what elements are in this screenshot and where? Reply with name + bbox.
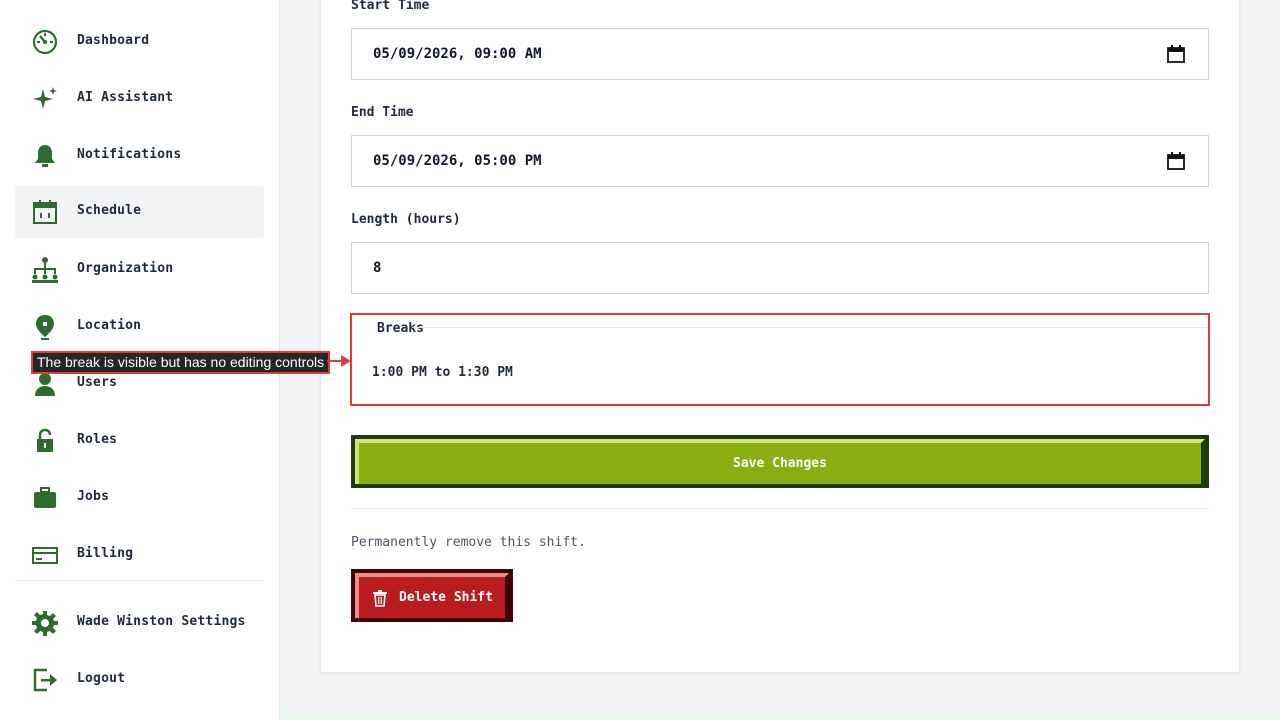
length-label: Length (hours) [351,212,461,227]
annotation-callout: The break is visible but has no editing … [31,351,331,374]
danger-zone-text: Permanently remove this shift. [351,535,586,550]
save-changes-label: Save Changes [733,456,827,471]
breaks-legend: Breaks [377,321,424,336]
length-value: 8 [373,260,382,276]
sidebar-item-roles[interactable]: Roles [15,415,264,467]
credit-card-icon [30,541,60,569]
sidebar-item-logout[interactable]: Logout [15,654,264,706]
end-time-input[interactable]: 05/09/2026, 05:00 PM [351,135,1209,187]
end-time-label: End Time [351,105,414,120]
delete-shift-label: Delete Shift [399,590,493,605]
sidebar-item-schedule[interactable]: Schedule [15,186,264,238]
lock-icon [30,427,60,455]
trash-icon [373,589,388,607]
save-changes-button-face: Save Changes [355,439,1205,484]
annotation-arrow-head [341,355,351,367]
user-icon [30,370,60,398]
sidebar-item-label: Jobs [77,489,110,504]
sidebar-item-label: Location [77,318,142,333]
sidebar-item-dashboard[interactable]: Dashboard [15,16,264,68]
start-time-input[interactable]: 05/09/2026, 09:00 AM [351,28,1209,80]
sidebar-item-label: Users [77,375,118,390]
org-chart-icon [30,256,60,284]
dashboard-gauge-icon [30,28,60,56]
sidebar-item-label: Billing [77,546,134,561]
sidebar-item-label: Wade Winston Settings [77,614,246,629]
sidebar-item-label: AI Assistant [77,90,174,105]
delete-shift-button[interactable]: Delete Shift [351,569,513,622]
calendar-picker-icon[interactable] [1167,152,1185,170]
sidebar-item-label: Schedule [77,203,142,218]
section-divider [351,508,1209,509]
sidebar-item-label: Organization [77,261,174,276]
sidebar-item-billing[interactable]: Billing [15,529,264,581]
sparkle-icon [30,85,60,113]
end-time-value: 05/09/2026, 05:00 PM [373,153,542,169]
length-input[interactable]: 8 [351,242,1209,294]
delete-shift-button-face: Delete Shift [355,573,509,618]
sidebar-item-label: Notifications [77,147,182,162]
bell-icon [30,142,60,170]
sidebar-item-settings[interactable]: Wade Winston Settings [15,597,264,649]
save-changes-button[interactable]: Save Changes [351,435,1209,488]
sidebar-item-label: Dashboard [77,33,150,48]
breaks-legend-rule [412,327,1208,328]
bottom-strip [280,712,1280,720]
breaks-fieldset: Breaks 1:00 PM to 1:30 PM [350,313,1210,406]
sidebar-item-ai-assistant[interactable]: AI Assistant [15,73,264,125]
sidebar-item-label: Roles [77,432,118,447]
sidebar-item-location[interactable]: Location [15,301,264,353]
sidebar-item-jobs[interactable]: Jobs [15,472,264,524]
calendar-picker-icon[interactable] [1167,45,1185,63]
start-time-value: 05/09/2026, 09:00 AM [373,46,542,62]
break-item: 1:00 PM to 1:30 PM [372,365,513,380]
briefcase-icon [30,484,60,512]
start-time-label: Start Time [351,0,430,13]
gear-icon [30,609,60,637]
calendar-icon [30,198,60,226]
map-pin-icon [30,313,60,341]
logout-icon [30,666,60,694]
sidebar-item-organization[interactable]: Organization [15,244,264,296]
sidebar-divider [15,580,264,581]
sidebar-item-label: Logout [77,671,126,686]
sidebar-item-notifications[interactable]: Notifications [15,130,264,182]
